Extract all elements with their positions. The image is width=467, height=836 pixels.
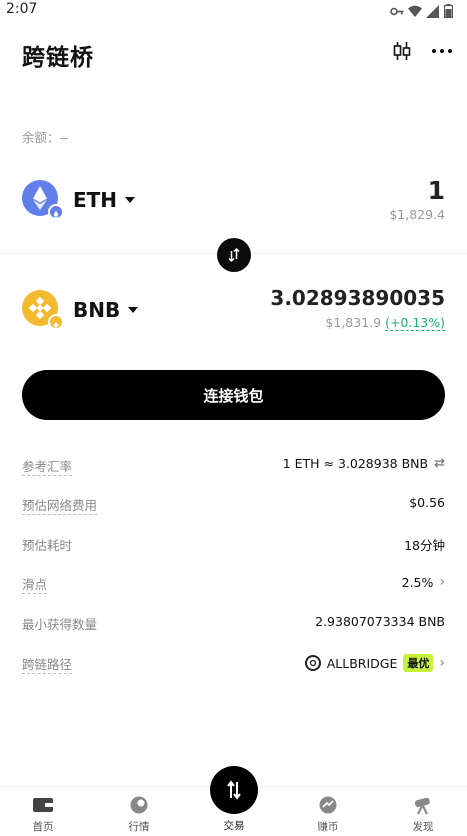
chevron-right-icon: ›: [439, 655, 445, 671]
ethereum-chain-badge-icon: [48, 204, 64, 220]
reference-rate-value: 1 ETH ≈ 3.028938 BNB: [282, 456, 429, 471]
from-token-usd: $1,829.4: [389, 207, 445, 222]
page-title: 跨链桥: [22, 45, 94, 71]
bridge-route-value: ALLBRIDGE: [326, 655, 398, 671]
bnb-icon: [22, 290, 64, 330]
estimated-time-label: 预估耗时: [22, 538, 73, 553]
nav-home[interactable]: 首页: [18, 795, 68, 834]
more-options-icon[interactable]: [431, 40, 453, 62]
status-bar: 2:07: [0, 0, 467, 22]
reference-rate-value-wrap: 1 ETH ≈ 3.028938 BNB ⇄: [283, 456, 445, 471]
nav-market[interactable]: 行情: [114, 795, 164, 834]
to-token-row: BNB 3.02893890035 $1,831.9 (+0.13%): [0, 286, 467, 336]
min-received-label: 最小获得数量: [22, 617, 98, 632]
to-token-usd: $1,831.9: [325, 315, 382, 330]
earn-icon: [317, 795, 339, 815]
nav-trade-button[interactable]: [210, 766, 258, 814]
network-fee-value: $0.56: [409, 495, 445, 510]
to-token-usd-row: $1,831.9 (+0.13%): [325, 315, 445, 331]
wallet-icon: [32, 795, 54, 815]
bridge-route-row[interactable]: 跨链路径 ALLBRIDGE 最优 ›: [22, 654, 445, 674]
from-token-row: ETH 1 $1,829.4: [0, 176, 467, 226]
nav-earn-label: 赚币: [317, 821, 339, 833]
battery-icon: [443, 3, 457, 19]
best-route-badge: 最优: [403, 654, 434, 672]
bnb-chain-badge-icon: [48, 314, 64, 330]
reference-rate-label[interactable]: 参考汇率: [22, 456, 73, 476]
ethereum-icon: [22, 180, 64, 220]
swap-arrows-icon[interactable]: ⇄: [434, 456, 445, 471]
min-received-row: 最小获得数量 2.93807073334 BNB: [22, 614, 445, 634]
bridge-route-value-wrap[interactable]: ALLBRIDGE 最优 ›: [304, 654, 445, 672]
network-fee-row: 预估网络费用 $0.56: [22, 495, 445, 515]
to-token-symbol: BNB: [73, 298, 121, 322]
network-fee-label[interactable]: 预估网络费用: [22, 495, 98, 515]
to-token-amount: 3.02893890035: [270, 286, 445, 310]
bridge-route-label: 跨链路径: [22, 654, 73, 674]
vpn-key-icon: [390, 3, 404, 16]
estimated-time-row: 预估耗时 18分钟: [22, 535, 445, 555]
slippage-value-wrap[interactable]: 2.5% ›: [402, 574, 445, 590]
swap-vertical-icon: [228, 247, 240, 263]
nav-market-label: 行情: [128, 821, 150, 833]
nav-discover[interactable]: 发现: [398, 795, 448, 834]
min-received-value: 2.93807073334 BNB: [315, 614, 445, 629]
connect-wallet-button[interactable]: 连接钱包: [22, 370, 445, 420]
status-time: 2:07: [6, 1, 38, 17]
caret-down-icon: [125, 197, 136, 203]
caret-down-icon: [128, 307, 139, 313]
signal-icon: [426, 3, 439, 18]
reference-rate-row: 参考汇率 1 ETH ≈ 3.028938 BNB ⇄: [22, 456, 445, 476]
slippage-value: 2.5%: [401, 574, 434, 590]
to-token-selector[interactable]: BNB: [73, 298, 139, 322]
nav-home-label: 首页: [32, 821, 54, 833]
telescope-icon: [412, 795, 434, 815]
nav-earn[interactable]: 赚币: [303, 795, 353, 834]
candlestick-chart-icon[interactable]: [391, 40, 413, 62]
balance-text: 余额：--: [22, 130, 69, 145]
slippage-label: 滑点: [22, 574, 48, 594]
swap-direction-button[interactable]: [217, 238, 251, 272]
header-actions: [391, 40, 453, 62]
nav-discover-label: 发现: [412, 821, 434, 833]
allbridge-logo-icon: [304, 655, 321, 671]
from-token-selector[interactable]: ETH: [73, 188, 136, 212]
slippage-row[interactable]: 滑点 2.5% ›: [22, 574, 445, 594]
from-token-symbol: ETH: [73, 188, 118, 212]
nav-trade-label: 交易: [223, 820, 245, 832]
wifi-icon: [408, 3, 422, 17]
price-change: (+0.13%): [385, 315, 445, 331]
status-icons: [390, 3, 457, 19]
chevron-right-icon: ›: [439, 574, 445, 590]
trade-swap-icon: [227, 780, 241, 800]
from-token-amount[interactable]: 1: [428, 176, 445, 205]
estimated-time-value: 18分钟: [404, 538, 445, 553]
market-icon: [128, 795, 150, 815]
